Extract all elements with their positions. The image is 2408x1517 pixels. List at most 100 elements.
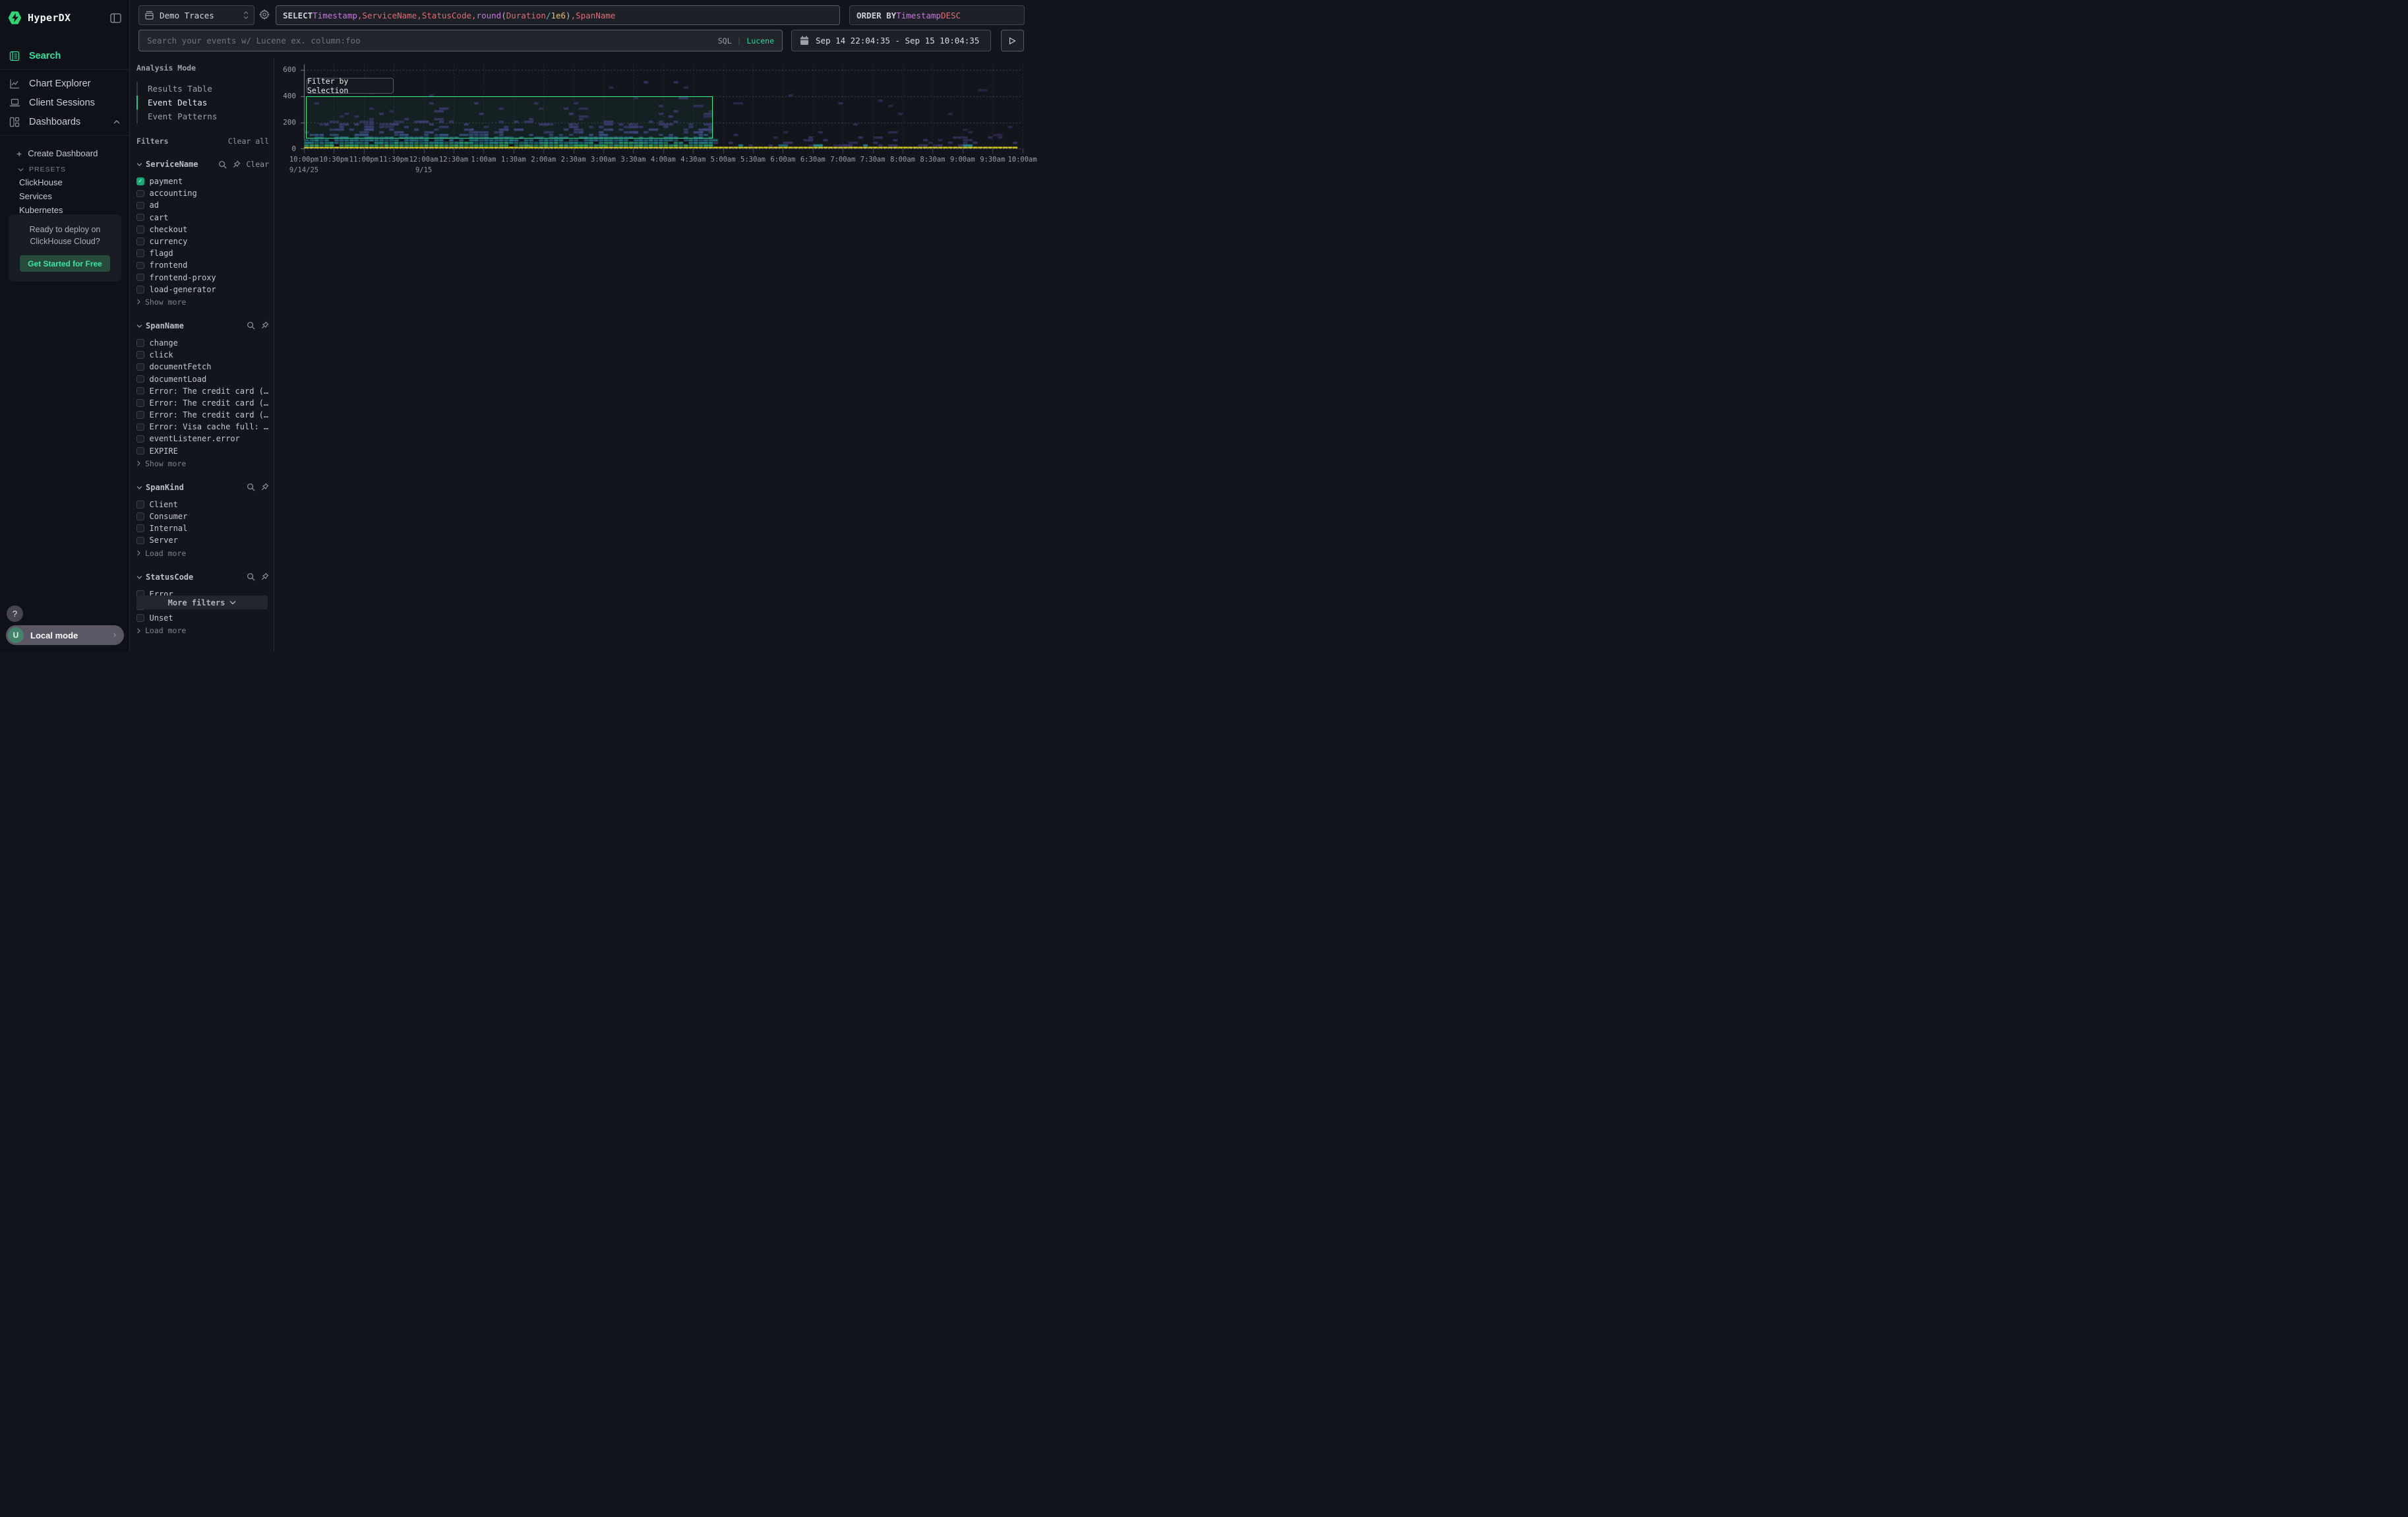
show-more-button[interactable]: Show more <box>136 297 269 307</box>
search-icon[interactable] <box>247 321 255 330</box>
checkbox[interactable] <box>136 387 144 395</box>
checkbox[interactable] <box>136 447 144 455</box>
load-more-button[interactable]: Load more <box>136 548 269 559</box>
source-select[interactable]: Demo Traces <box>138 5 255 25</box>
checkbox[interactable] <box>136 190 144 198</box>
load-more-button[interactable]: Load more <box>136 625 269 636</box>
checkbox[interactable] <box>136 524 144 532</box>
filter-option[interactable]: Error: The credit card (… <box>136 409 269 421</box>
sql-select-input[interactable]: SELECT Timestamp, ServiceName, StatusCod… <box>276 5 840 25</box>
filter-option[interactable]: Consumer <box>136 511 269 522</box>
filter-option[interactable]: change <box>136 337 269 349</box>
checkbox[interactable] <box>136 339 144 347</box>
collapse-sidebar-icon[interactable] <box>110 13 121 23</box>
analysis-mode-event-patterns[interactable]: Event Patterns <box>138 109 269 123</box>
checkbox[interactable] <box>136 435 144 443</box>
filter-option[interactable]: Error: The credit card (… <box>136 385 269 397</box>
date-range-picker[interactable]: Sep 14 22:04:35 - Sep 15 10:04:35 <box>791 30 991 51</box>
chevron-down-icon[interactable] <box>136 324 142 328</box>
checkbox[interactable] <box>136 501 144 509</box>
filter-option[interactable]: documentLoad <box>136 373 269 385</box>
checkbox[interactable] <box>136 286 144 294</box>
source-settings-gear-icon[interactable] <box>259 9 270 20</box>
checkbox[interactable]: ✓ <box>136 177 144 185</box>
filter-group-title[interactable]: StatusCode <box>146 573 193 582</box>
filter-option[interactable]: eventListener.error <box>136 433 269 445</box>
pin-icon[interactable] <box>260 483 269 491</box>
filter-option[interactable]: checkout <box>136 224 269 235</box>
search-icon[interactable] <box>218 160 227 169</box>
chevron-down-icon[interactable] <box>136 575 142 579</box>
filter-group-spanname: SpanName changeclickdocumentFetchdocument… <box>136 321 269 469</box>
checkbox[interactable] <box>136 411 144 419</box>
clear-filter-button[interactable]: Clear <box>246 160 269 169</box>
pin-icon[interactable] <box>260 573 269 581</box>
filter-option[interactable]: cart <box>136 212 269 224</box>
search-input[interactable]: Search your events w/ Lucene ex. column:… <box>138 30 783 51</box>
filter-option[interactable]: flagd <box>136 247 269 259</box>
checkbox[interactable] <box>136 274 144 282</box>
sidebar-item-client-sessions[interactable]: Client Sessions <box>0 93 129 112</box>
more-filters-button[interactable]: More filters <box>136 596 268 609</box>
filter-option[interactable]: click <box>136 349 269 361</box>
filter-by-selection-button[interactable]: Filter by Selection <box>307 78 394 94</box>
filter-option[interactable]: documentFetch <box>136 361 269 373</box>
filter-group-title[interactable]: SpanKind <box>146 483 184 492</box>
sidebar-item-search[interactable]: Search <box>0 46 129 65</box>
create-dashboard-button[interactable]: + Create Dashboard <box>0 146 129 160</box>
checkbox[interactable] <box>136 249 144 257</box>
filter-option[interactable]: accounting <box>136 187 269 199</box>
filter-option[interactable]: Server <box>136 534 269 546</box>
presets-toggle[interactable]: PRESETS <box>0 164 129 175</box>
filter-option[interactable]: frontend-proxy <box>136 272 269 284</box>
chart-selection-rectangle[interactable] <box>306 96 713 139</box>
search-icon[interactable] <box>247 483 255 491</box>
filter-option[interactable]: Error: The credit card (… <box>136 397 269 409</box>
pin-icon[interactable] <box>260 321 269 330</box>
search-icon[interactable] <box>247 573 255 581</box>
user-menu[interactable]: U Local mode › <box>6 625 124 645</box>
run-query-button[interactable] <box>1001 30 1024 51</box>
checkbox[interactable] <box>136 214 144 222</box>
checkbox[interactable] <box>136 512 144 520</box>
preset-services[interactable]: Services <box>0 189 129 203</box>
analysis-mode-results-table[interactable]: Results Table <box>138 82 269 96</box>
show-more-button[interactable]: Show more <box>136 458 269 469</box>
checkbox[interactable] <box>136 363 144 371</box>
checkbox[interactable] <box>136 375 144 383</box>
checkbox[interactable] <box>136 614 144 622</box>
filter-option[interactable]: ad <box>136 199 269 211</box>
filter-option[interactable]: ✓payment <box>136 175 269 187</box>
checkbox[interactable] <box>136 399 144 407</box>
filter-option[interactable]: EXPIRE <box>136 445 269 457</box>
lang-lucene-button[interactable]: Lucene <box>746 36 774 46</box>
checkbox[interactable] <box>136 202 144 210</box>
filter-option[interactable]: frontend <box>136 259 269 271</box>
chevron-down-icon[interactable] <box>136 485 142 489</box>
checkbox[interactable] <box>136 262 144 270</box>
checkbox[interactable] <box>136 226 144 233</box>
sidebar-item-dashboards[interactable]: Dashboards <box>0 112 129 131</box>
analysis-mode-event-deltas[interactable]: Event Deltas <box>138 96 269 109</box>
filter-option[interactable]: Client <box>136 499 269 511</box>
checkbox[interactable] <box>136 423 144 431</box>
help-button[interactable]: ? <box>7 605 23 622</box>
filter-group-title[interactable]: ServiceName <box>146 160 198 169</box>
checkbox[interactable] <box>136 237 144 245</box>
checkbox[interactable] <box>136 537 144 545</box>
checkbox[interactable] <box>136 351 144 359</box>
order-by-input[interactable]: ORDER BY Timestamp DESC <box>849 5 1025 25</box>
filter-option[interactable]: Error: Visa cache full: … <box>136 421 269 433</box>
chevron-down-icon[interactable] <box>136 162 142 166</box>
lang-sql-button[interactable]: SQL <box>718 36 732 46</box>
preset-clickhouse[interactable]: ClickHouse <box>0 175 129 189</box>
get-started-button[interactable]: Get Started for Free <box>20 255 110 272</box>
filter-option[interactable]: currency <box>136 235 269 247</box>
clear-all-filters-button[interactable]: Clear all <box>228 137 269 146</box>
sidebar-item-chart-explorer[interactable]: Chart Explorer <box>0 74 129 93</box>
filter-option[interactable]: load-generator <box>136 284 269 295</box>
filter-option[interactable]: Unset <box>136 612 269 624</box>
pin-icon[interactable] <box>232 160 241 169</box>
filter-group-title[interactable]: SpanName <box>146 321 184 330</box>
filter-option[interactable]: Internal <box>136 522 269 534</box>
